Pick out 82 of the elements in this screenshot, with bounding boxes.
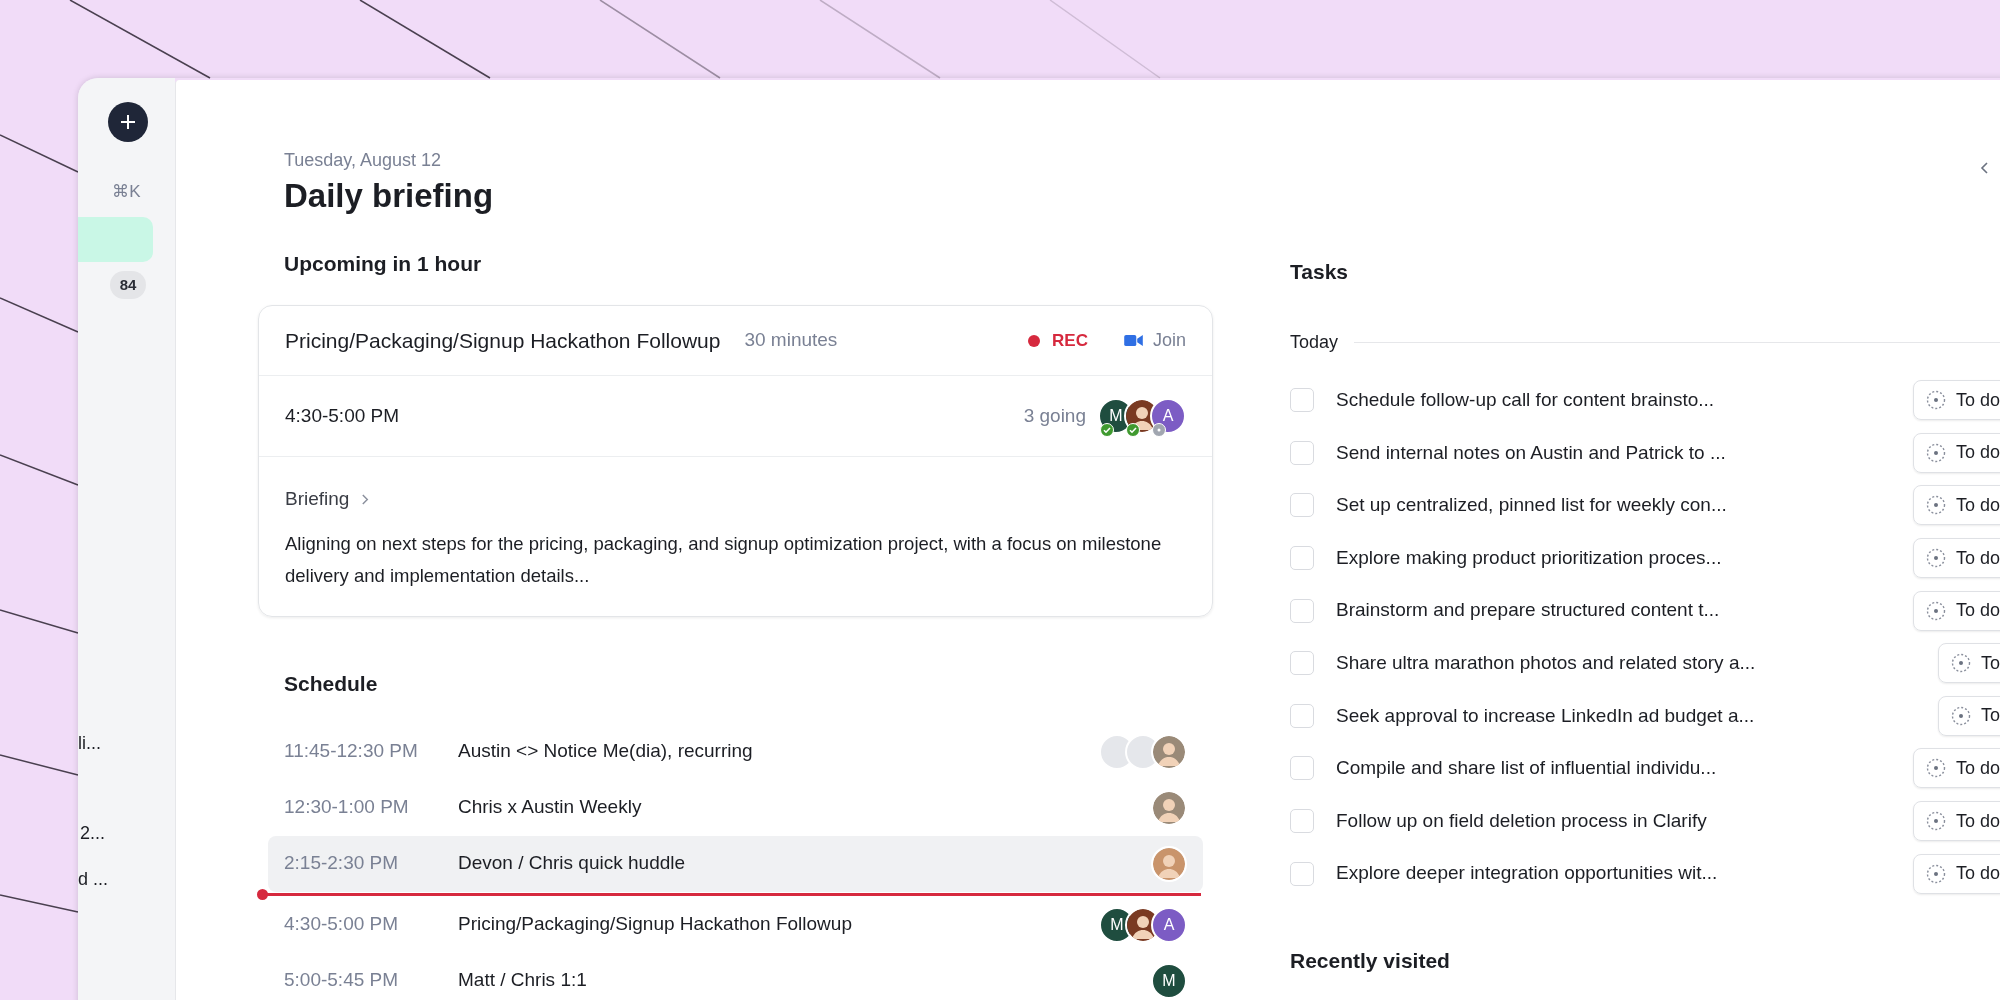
- event-title: Pricing/Packaging/Signup Hackathon Followup: [458, 912, 852, 937]
- schedule-row[interactable]: 11:45-12:30 PM Austin <> Notice Me(dia), recurring: [268, 723, 1203, 780]
- event-title: Devon / Chris quick huddle: [458, 851, 686, 876]
- nav-item[interactable]: d ...: [78, 867, 175, 890]
- task-title: Compile and share list of influential individu...: [1336, 756, 1717, 781]
- task-checkbox[interactable]: [1290, 440, 1314, 465]
- page-title: Daily briefing: [284, 176, 494, 216]
- task-checkbox[interactable]: [1290, 388, 1314, 413]
- status-icon: [1925, 442, 1946, 463]
- status-icon: [1925, 863, 1946, 884]
- avatar: M: [1151, 962, 1187, 999]
- schedule-row[interactable]: 2:15-2:30 PM Devon / Chris quick huddle: [268, 835, 1203, 892]
- task-title: Send internal notes on Austin and Patrick to ...: [1336, 440, 1726, 465]
- status-button[interactable]: To do: [1912, 538, 2000, 579]
- group-label: Today: [1290, 331, 1339, 354]
- section-heading: Tasks: [1290, 259, 1349, 285]
- status-button[interactable]: To: [1938, 695, 2000, 736]
- nav-item[interactable]: li...: [78, 731, 175, 754]
- task-checkbox[interactable]: [1290, 809, 1314, 834]
- task-title: Explore making product prioritization proces...: [1336, 545, 1722, 570]
- briefing-summary: Aligning on next steps for the pricing, packaging, and signup optimization project, with a focus on milestone delivery and implementation details...: [285, 531, 1163, 588]
- avatar: A: [1151, 906, 1187, 943]
- status-icon: [1951, 705, 1971, 726]
- schedule-row[interactable]: 4:30-5:00 PM Pricing/Packaging/Signup Hackathon Followup M A: [268, 896, 1203, 953]
- nav-item[interactable]: 2...: [78, 821, 175, 844]
- status-button[interactable]: To: [1938, 643, 2000, 684]
- task-title: Share ultra marathon photos and related story a...: [1336, 651, 1756, 675]
- task-checkbox[interactable]: [1290, 493, 1314, 518]
- task-title: Set up centralized, pinned list for weekly con...: [1336, 493, 1727, 518]
- status-button[interactable]: To do: [1912, 432, 2000, 473]
- status-icon: [1925, 758, 1946, 779]
- status-button[interactable]: To do: [1912, 380, 2000, 421]
- plus-icon: [118, 112, 138, 132]
- status-icon: [1925, 495, 1946, 516]
- count-badge: 84: [109, 270, 147, 299]
- task-title: Explore deeper integration opportunities wit...: [1336, 861, 1718, 886]
- task-checkbox[interactable]: [1290, 703, 1314, 728]
- meeting-duration: 30 minutes: [744, 328, 838, 353]
- task-title: Schedule follow-up call for content brainsto...: [1336, 388, 1715, 413]
- section-heading: Upcoming in 1 hour: [283, 251, 483, 277]
- event-time: 11:45-12:30 PM: [284, 739, 419, 764]
- shortcut-hint: ⌘K: [112, 181, 141, 203]
- status-button[interactable]: To do: [1912, 590, 2000, 631]
- schedule-row[interactable]: 5:00-5:45 PM Matt / Chris 1:1 M: [268, 952, 1203, 1000]
- event-title: Austin <> Notice Me(dia), recurring: [458, 739, 753, 764]
- status-button[interactable]: To do: [1912, 485, 2000, 526]
- task-checkbox[interactable]: [1290, 546, 1314, 571]
- status-button[interactable]: To do: [1912, 748, 2000, 789]
- date-label: Tuesday, August 12: [284, 149, 443, 172]
- event-title: Matt / Chris 1:1: [458, 968, 587, 993]
- task-checkbox[interactable]: [1290, 598, 1314, 623]
- task-checkbox[interactable]: [1290, 756, 1314, 781]
- section-heading: Schedule: [283, 670, 379, 697]
- task-checkbox[interactable]: [1290, 861, 1314, 886]
- event-time: 2:15-2:30 PM: [284, 851, 400, 876]
- meeting-time: 4:30-5:00 PM: [285, 403, 400, 428]
- rec-label: REC: [1052, 329, 1088, 352]
- status-icon: [1925, 811, 1946, 832]
- event-time: 12:30-1:00 PM: [284, 795, 410, 820]
- event-time: 4:30-5:00 PM: [284, 912, 400, 937]
- task-title: Seek approval to increase LinkedIn ad budget a...: [1336, 703, 1755, 728]
- attendance-count: 3 going: [1023, 403, 1086, 428]
- status-icon: [1925, 548, 1946, 569]
- schedule-row[interactable]: 12:30-1:00 PM Chris x Austin Weekly: [268, 779, 1203, 836]
- task-checkbox[interactable]: [1290, 651, 1314, 676]
- meeting-title: Pricing/Packaging/Signup Hackathon Followup: [285, 327, 721, 354]
- section-heading: Recently visited: [1290, 947, 1451, 974]
- task-title: Brainstorm and prepare structured content t...: [1336, 598, 1720, 623]
- event-time: 5:00-5:45 PM: [284, 968, 400, 993]
- add-button[interactable]: [108, 102, 148, 142]
- task-title: Follow up on field deletion process in Clarify: [1336, 808, 1707, 833]
- status-icon: [1925, 390, 1946, 411]
- event-title: Chris x Austin Weekly: [458, 795, 642, 820]
- status-icon: [1925, 600, 1946, 621]
- nav-item[interactable]: [78, 216, 153, 262]
- join-button[interactable]: Join: [1123, 327, 1186, 354]
- chevron-right-icon: [361, 492, 371, 506]
- video-camera-icon: [1123, 334, 1143, 347]
- briefing-link[interactable]: Briefing: [285, 485, 371, 514]
- status-button[interactable]: To do: [1912, 801, 2000, 842]
- status-button[interactable]: To do: [1912, 853, 2000, 894]
- status-icon: [1951, 653, 1971, 674]
